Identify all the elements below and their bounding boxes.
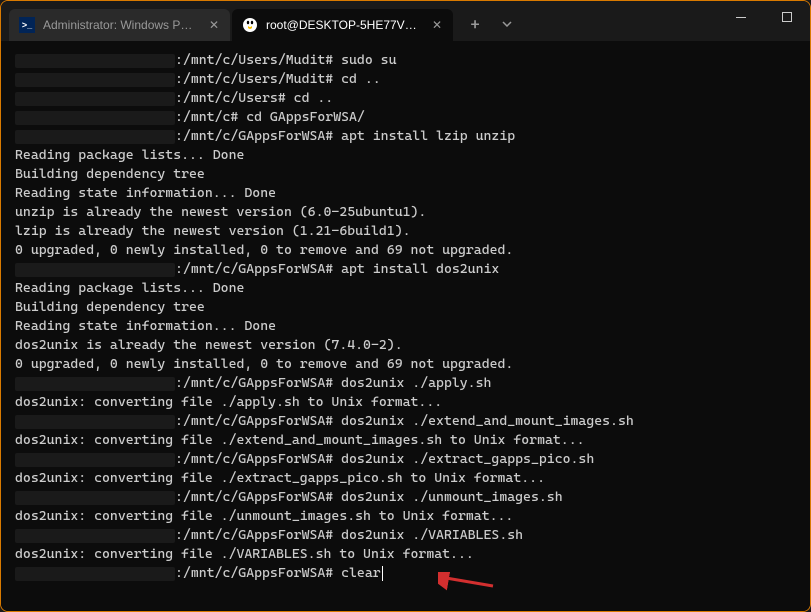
- command-text: dos2unix ./apply.sh: [333, 375, 491, 391]
- prompt-path: :/mnt/c/GAppsForWSA#: [175, 451, 333, 467]
- redacted-hostname: [15, 92, 175, 106]
- minimize-button[interactable]: [718, 1, 764, 33]
- terminal-line: dos2unix: converting file ./extract_gapp…: [15, 469, 796, 488]
- linux-icon: [242, 17, 258, 33]
- tab-dropdown[interactable]: [491, 8, 523, 40]
- terminal-line: dos2unix: converting file ./apply.sh to …: [15, 393, 796, 412]
- terminal-line: :/mnt/c/Users# cd ..: [15, 89, 796, 108]
- command-text: cd ..: [286, 90, 333, 106]
- prompt-path: :/mnt/c/GAppsForWSA#: [175, 489, 333, 505]
- terminal-line: Reading package lists... Done: [15, 279, 796, 298]
- command-text: cd GAppsForWSA/: [238, 109, 365, 125]
- command-text: dos2unix ./VARIABLES.sh: [333, 527, 523, 543]
- terminal-line: :/mnt/c/GAppsForWSA# clear: [15, 564, 796, 583]
- redacted-hostname: [15, 54, 175, 68]
- redacted-hostname: [15, 491, 175, 505]
- cursor: [382, 566, 383, 581]
- terminal-line: dos2unix: converting file ./unmount_imag…: [15, 507, 796, 526]
- terminal-line: :/mnt/c/GAppsForWSA# apt install lzip un…: [15, 127, 796, 146]
- powershell-icon: >_: [19, 17, 35, 33]
- prompt-path: :/mnt/c/GAppsForWSA#: [175, 565, 333, 581]
- redacted-hostname: [15, 415, 175, 429]
- redacted-hostname: [15, 130, 175, 144]
- terminal-line: unzip is already the newest version (6.0…: [15, 203, 796, 222]
- redacted-hostname: [15, 263, 175, 277]
- terminal-line: :/mnt/c/Users/Mudit# sudo su: [15, 51, 796, 70]
- prompt-path: :/mnt/c/GAppsForWSA#: [175, 128, 333, 144]
- maximize-button[interactable]: [764, 1, 810, 33]
- tab-title: Administrator: Windows PowerS: [43, 18, 198, 32]
- command-text: dos2unix ./extract_gapps_pico.sh: [333, 451, 594, 467]
- tab-wsl[interactable]: root@DESKTOP-5HE77VO: /mn ✕: [232, 9, 453, 41]
- redacted-hostname: [15, 529, 175, 543]
- terminal-line: lzip is already the newest version (1.21…: [15, 222, 796, 241]
- new-tab-button[interactable]: +: [459, 8, 491, 40]
- terminal-line: dos2unix: converting file ./extend_and_m…: [15, 431, 796, 450]
- tab-powershell[interactable]: >_ Administrator: Windows PowerS ✕: [9, 9, 230, 41]
- redacted-hostname: [15, 73, 175, 87]
- terminal-line: Reading state information... Done: [15, 317, 796, 336]
- close-icon[interactable]: ✕: [429, 17, 445, 33]
- redacted-hostname: [15, 377, 175, 391]
- terminal-line: Building dependency tree: [15, 165, 796, 184]
- prompt-path: :/mnt/c/Users/Mudit#: [175, 71, 333, 87]
- terminal-line: :/mnt/c# cd GAppsForWSA/: [15, 108, 796, 127]
- command-text: clear: [333, 565, 380, 581]
- terminal-line: 0 upgraded, 0 newly installed, 0 to remo…: [15, 355, 796, 374]
- terminal-line: :/mnt/c/GAppsForWSA# dos2unix ./extract_…: [15, 450, 796, 469]
- terminal-line: :/mnt/c/GAppsForWSA# dos2unix ./VARIABLE…: [15, 526, 796, 545]
- command-text: dos2unix ./unmount_images.sh: [333, 489, 562, 505]
- prompt-path: :/mnt/c/Users#: [175, 90, 286, 106]
- window-controls: [718, 1, 810, 33]
- terminal-line: :/mnt/c/GAppsForWSA# dos2unix ./unmount_…: [15, 488, 796, 507]
- close-icon[interactable]: ✕: [206, 17, 222, 33]
- redacted-hostname: [15, 111, 175, 125]
- command-text: cd ..: [333, 71, 380, 87]
- prompt-path: :/mnt/c#: [175, 109, 238, 125]
- redacted-hostname: [15, 453, 175, 467]
- terminal-line: :/mnt/c/GAppsForWSA# apt install dos2uni…: [15, 260, 796, 279]
- terminal-line: dos2unix is already the newest version (…: [15, 336, 796, 355]
- prompt-path: :/mnt/c/GAppsForWSA#: [175, 413, 333, 429]
- terminal-line: Reading package lists... Done: [15, 146, 796, 165]
- terminal-window: >_ Administrator: Windows PowerS ✕ root@…: [0, 0, 811, 612]
- prompt-path: :/mnt/c/GAppsForWSA#: [175, 261, 333, 277]
- tab-title: root@DESKTOP-5HE77VO: /mn: [266, 18, 421, 32]
- command-text: sudo su: [333, 52, 396, 68]
- terminal-line: Building dependency tree: [15, 298, 796, 317]
- command-text: apt install lzip unzip: [333, 128, 515, 144]
- terminal-line: 0 upgraded, 0 newly installed, 0 to remo…: [15, 241, 796, 260]
- terminal-line: :/mnt/c/Users/Mudit# cd ..: [15, 70, 796, 89]
- prompt-path: :/mnt/c/Users/Mudit#: [175, 52, 333, 68]
- terminal-line: Reading state information... Done: [15, 184, 796, 203]
- terminal-line: :/mnt/c/GAppsForWSA# dos2unix ./apply.sh: [15, 374, 796, 393]
- prompt-path: :/mnt/c/GAppsForWSA#: [175, 527, 333, 543]
- terminal-line: dos2unix: converting file ./VARIABLES.sh…: [15, 545, 796, 564]
- terminal-line: :/mnt/c/GAppsForWSA# dos2unix ./extend_a…: [15, 412, 796, 431]
- command-text: apt install dos2unix: [333, 261, 499, 277]
- command-text: dos2unix ./extend_and_mount_images.sh: [333, 413, 634, 429]
- redacted-hostname: [15, 567, 175, 581]
- terminal-content[interactable]: :/mnt/c/Users/Mudit# sudo su:/mnt/c/User…: [1, 41, 810, 611]
- titlebar: >_ Administrator: Windows PowerS ✕ root@…: [1, 1, 810, 41]
- prompt-path: :/mnt/c/GAppsForWSA#: [175, 375, 333, 391]
